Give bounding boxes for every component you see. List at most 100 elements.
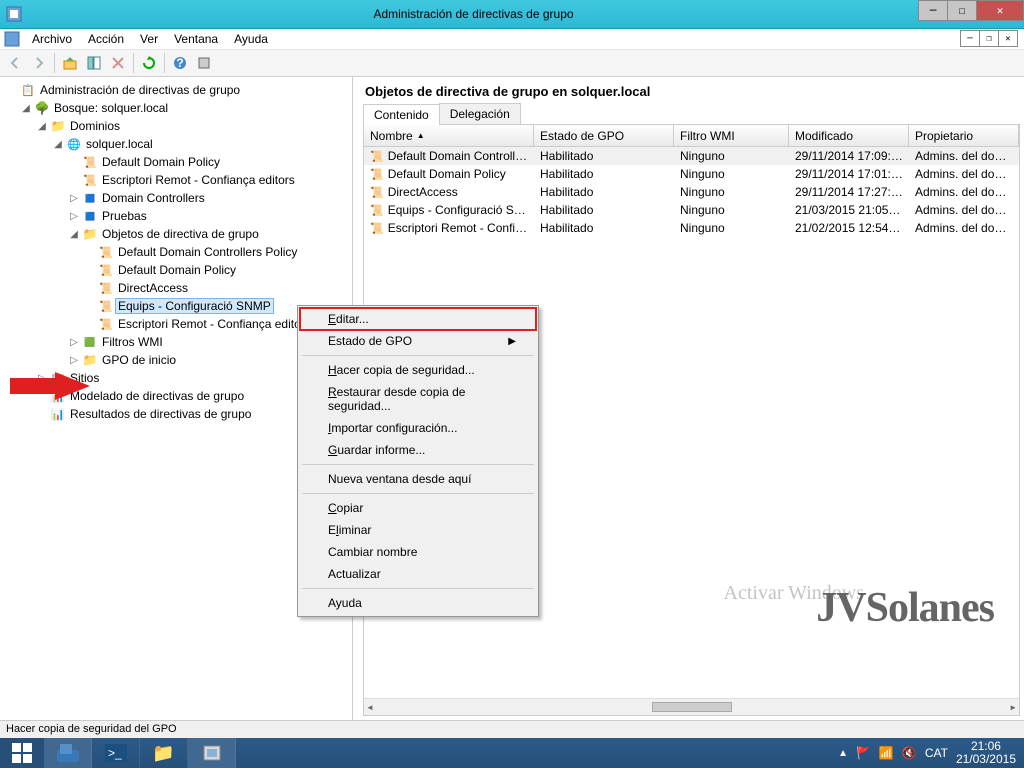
table-row[interactable]: Escriptori Remot - Confiança ...Habilita… (364, 219, 1019, 237)
taskbar-explorer[interactable]: 📁 (140, 738, 188, 768)
context-menu-item[interactable]: Nueva ventana desde aquí (300, 468, 536, 490)
taskbar: >_ 📁 ▲ 🚩 📶 🔇 CAT 21:06 21/03/2015 (0, 738, 1024, 768)
menu-ayuda[interactable]: Ayuda (226, 30, 276, 48)
help-button[interactable]: ? (169, 52, 191, 74)
minimize-button[interactable]: ─ (918, 0, 948, 21)
app-icon (6, 6, 22, 22)
forward-button[interactable] (28, 52, 50, 74)
tree-gpolink-1[interactable]: Escriptori Remot - Confiança editors (2, 171, 352, 189)
menu-separator (302, 493, 534, 494)
window-buttons: ─ ☐ ✕ (919, 0, 1024, 28)
domain-icon (66, 136, 82, 152)
menu-ventana[interactable]: Ventana (166, 30, 226, 48)
titlebar: Administración de directivas de grupo ─ … (0, 0, 1024, 29)
horizontal-scrollbar[interactable] (364, 698, 1019, 715)
context-menu-item[interactable]: Actualizar (300, 563, 536, 585)
table-row[interactable]: Equips - Configuració SNMPHabilitadoNing… (364, 201, 1019, 219)
tree-gpo-container[interactable]: ◢Objetos de directiva de grupo (2, 225, 352, 243)
folder-icon (50, 118, 66, 134)
menu-separator (302, 355, 534, 356)
show-hide-tree-button[interactable] (83, 52, 105, 74)
menu-accion[interactable]: Acción (80, 30, 132, 48)
gpo-icon (98, 316, 114, 332)
ou-icon (82, 208, 98, 224)
brand-watermark: JVSolanes (816, 584, 994, 632)
sort-asc-icon: ▲ (417, 131, 425, 140)
tree-root[interactable]: Administración de directivas de grupo (2, 81, 352, 99)
menubar-icon (4, 31, 20, 47)
context-menu-item[interactable]: Eliminar (300, 519, 536, 541)
col-nombre[interactable]: Nombre▲ (364, 125, 534, 146)
folder-icon (82, 226, 98, 242)
col-propietario[interactable]: Propietario (909, 125, 1019, 146)
gpo-icon (98, 280, 114, 296)
menu-separator (302, 464, 534, 465)
scrollbar-thumb[interactable] (652, 702, 732, 712)
toolbar-sep (54, 53, 55, 73)
right-heading: Objetos de directiva de grupo en solquer… (359, 80, 1024, 103)
tree-domain[interactable]: ◢solquer.local (2, 135, 352, 153)
context-menu-item[interactable]: Copiar (300, 497, 536, 519)
ou-icon (82, 190, 98, 206)
table-row[interactable]: DirectAccessHabilitadoNinguno29/11/2014 … (364, 183, 1019, 201)
tray-language[interactable]: CAT (925, 746, 948, 760)
context-menu-item[interactable]: Estado de GPO▶ (300, 330, 536, 352)
menu-separator (302, 588, 534, 589)
start-button[interactable] (0, 738, 44, 768)
tabs: Contenido Delegación (363, 103, 1020, 125)
mdi-minimize-button[interactable]: ─ (960, 30, 980, 47)
tree-gpo-2[interactable]: DirectAccess (2, 279, 352, 297)
tree-ou-1[interactable]: ▷Pruebas (2, 207, 352, 225)
options-button[interactable] (193, 52, 215, 74)
col-estado[interactable]: Estado de GPO (534, 125, 674, 146)
wmi-icon (82, 334, 98, 350)
table-row[interactable]: Default Domain PolicyHabilitadoNinguno29… (364, 165, 1019, 183)
menubar: Archivo Acción Ver Ventana Ayuda (0, 29, 1024, 50)
tray-chevron-icon[interactable]: ▲ (838, 748, 848, 759)
close-button[interactable]: ✕ (976, 0, 1024, 21)
context-menu-item[interactable]: Cambiar nombre (300, 541, 536, 563)
context-menu-item[interactable]: Editar... (300, 308, 536, 330)
tray-flag-icon[interactable]: 🚩 (856, 746, 871, 760)
delete-button[interactable] (107, 52, 129, 74)
grid-header: Nombre▲ Estado de GPO Filtro WMI Modific… (364, 125, 1019, 147)
back-button[interactable] (4, 52, 26, 74)
table-row[interactable]: Default Domain Controllers Po...Habilita… (364, 147, 1019, 165)
toolbar: ? (0, 50, 1024, 77)
tree-forest[interactable]: ◢🌳Bosque: solquer.local (2, 99, 352, 117)
grid-body: Default Domain Controllers Po...Habilita… (364, 147, 1019, 237)
tray-clock[interactable]: 21:06 21/03/2015 (956, 740, 1016, 766)
tray-sound-icon[interactable]: 🔇 (902, 746, 917, 760)
tab-delegacion[interactable]: Delegación (439, 103, 521, 124)
col-wmi[interactable]: Filtro WMI (674, 125, 789, 146)
tree-gpolink-0[interactable]: Default Domain Policy (2, 153, 352, 171)
mgmt-icon (20, 82, 36, 98)
tree-gpo-1[interactable]: Default Domain Policy (2, 261, 352, 279)
system-tray: ▲ 🚩 📶 🔇 CAT 21:06 21/03/2015 (830, 738, 1024, 768)
mdi-restore-button[interactable]: ❐ (979, 30, 999, 47)
up-button[interactable] (59, 52, 81, 74)
col-modificado[interactable]: Modificado (789, 125, 909, 146)
tree-ou-0[interactable]: ▷Domain Controllers (2, 189, 352, 207)
tab-contenido[interactable]: Contenido (363, 104, 440, 125)
context-menu-item[interactable]: Guardar informe... (300, 439, 536, 461)
tree-gpo-0[interactable]: Default Domain Controllers Policy (2, 243, 352, 261)
maximize-button[interactable]: ☐ (947, 0, 977, 21)
context-menu: Editar...Estado de GPO▶ Hacer copia de se… (297, 305, 539, 617)
forest-icon: 🌳 (34, 100, 50, 116)
menu-archivo[interactable]: Archivo (24, 30, 80, 48)
context-menu-item[interactable]: Hacer copia de seguridad... (300, 359, 536, 381)
taskbar-server-manager[interactable] (44, 738, 92, 768)
taskbar-gpmc[interactable] (188, 738, 236, 768)
tree-domains[interactable]: ◢Dominios (2, 117, 352, 135)
context-menu-item[interactable]: Ayuda (300, 592, 536, 614)
taskbar-powershell[interactable]: >_ (92, 738, 140, 768)
refresh-button[interactable] (138, 52, 160, 74)
menu-ver[interactable]: Ver (132, 30, 166, 48)
context-menu-item[interactable]: Importar configuración... (300, 417, 536, 439)
mdi-close-button[interactable]: ✕ (998, 30, 1018, 47)
svg-text:?: ? (176, 56, 183, 70)
svg-text:>_: >_ (108, 746, 122, 760)
context-menu-item[interactable]: Restaurar desde copia de seguridad... (300, 381, 536, 417)
tray-network-icon[interactable]: 📶 (879, 746, 894, 760)
